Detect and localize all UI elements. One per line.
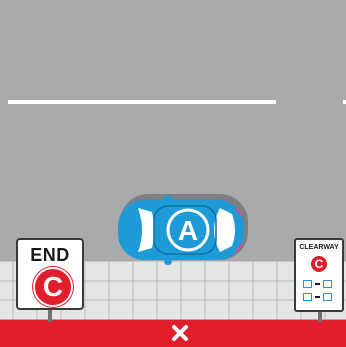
time-box (323, 280, 332, 288)
clearway-disc-letter: C (42, 271, 64, 302)
road-scene: A END C CLEARWAY C (0, 0, 346, 347)
time-dash (315, 283, 320, 285)
end-sign-word: END (30, 245, 70, 265)
sign-post (48, 310, 52, 322)
car-a[interactable]: A (112, 186, 252, 266)
clearway-sign-title: CLEARWAY (299, 244, 339, 251)
clearway-disc: C (33, 267, 73, 307)
time-box (303, 280, 312, 288)
end-clearway-sign: END C (16, 238, 84, 310)
clearway-disc-letter: C (314, 257, 324, 271)
time-box (303, 293, 312, 301)
car-label: A (178, 215, 198, 246)
clearway-sign: CLEARWAY C (294, 238, 344, 312)
car-mirror (164, 259, 172, 265)
x-icon (172, 325, 188, 341)
clearway-disc: C (311, 256, 327, 272)
sign-post (318, 312, 322, 322)
lane-divider-line (8, 100, 276, 104)
windscreen (214, 208, 235, 252)
car-mirror (164, 195, 172, 201)
time-box (323, 293, 332, 301)
time-dash (315, 296, 320, 298)
